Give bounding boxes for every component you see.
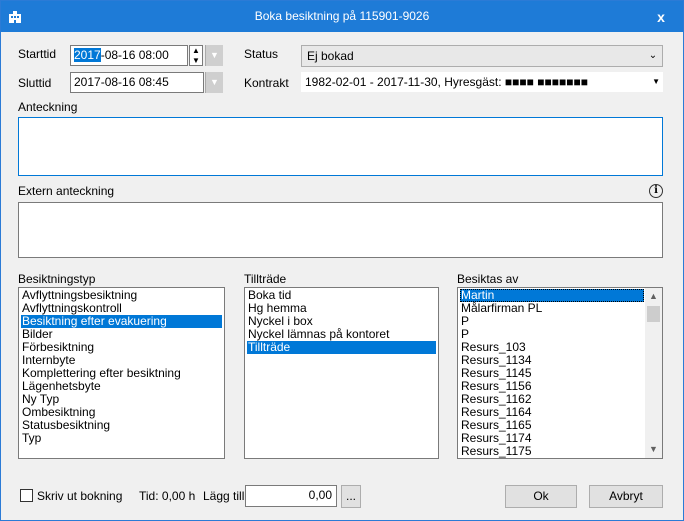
scrollbar-thumb[interactable] xyxy=(647,306,660,322)
inspector-list[interactable]: Martin Målarfirman PL P P Resurs_103 Res… xyxy=(457,287,663,459)
note-textarea[interactable] xyxy=(18,117,663,176)
list-item[interactable]: Resurs_1165 xyxy=(460,419,644,432)
start-time-selected-text: 2017 xyxy=(74,48,101,62)
time-text: Tid: 0,00 h xyxy=(139,489,196,503)
access-label: Tillträde xyxy=(244,272,287,286)
start-time-text: -08-16 08:00 xyxy=(100,48,169,62)
list-item[interactable]: Resurs_1175 xyxy=(460,445,644,458)
list-item[interactable]: Ombesiktning xyxy=(21,406,222,419)
list-item[interactable]: Resurs_1164 xyxy=(460,406,644,419)
chevron-down-icon: ⌄ xyxy=(648,50,658,61)
list-item[interactable]: Avflyttningskontroll xyxy=(21,302,222,315)
list-item-selected[interactable]: Tillträde xyxy=(247,341,436,354)
list-item[interactable]: Förbesiktning xyxy=(21,341,222,354)
spin-up-icon[interactable]: ▲ xyxy=(190,46,202,55)
list-item-selected[interactable]: Besiktning efter evakuering xyxy=(21,315,222,328)
add-time-input[interactable]: 0,00 xyxy=(245,485,337,507)
inspector-scrollbar[interactable]: ▲ ▼ xyxy=(645,288,662,458)
inspection-type-list[interactable]: Avflyttningsbesiktning Avflyttningskontr… xyxy=(18,287,225,459)
info-icon[interactable]: i xyxy=(649,184,663,198)
end-time-dropdown-button[interactable]: ▼ xyxy=(205,72,223,93)
list-item[interactable]: Nyckel i box xyxy=(247,315,436,328)
list-item[interactable]: Internbyte xyxy=(21,354,222,367)
start-time-dropdown-button[interactable]: ▼ xyxy=(205,45,223,66)
status-label: Status xyxy=(244,47,279,61)
ok-button[interactable]: Ok xyxy=(505,485,577,508)
list-item[interactable]: P xyxy=(460,315,644,328)
list-item[interactable]: Typ xyxy=(21,432,222,445)
scroll-up-icon[interactable]: ▲ xyxy=(645,288,662,305)
list-item[interactable]: P xyxy=(460,328,644,341)
start-time-input[interactable]: 2017-08-16 08:00 xyxy=(70,45,188,66)
start-time-label: Starttid xyxy=(18,47,57,61)
list-item[interactable]: Boka tid xyxy=(247,289,436,302)
close-button[interactable]: x xyxy=(639,1,683,32)
title-bar[interactable]: Boka besiktning på 115901-9026 x xyxy=(1,1,683,32)
list-item[interactable]: Statusbesiktning xyxy=(21,419,222,432)
list-item[interactable]: Lägenhetsbyte xyxy=(21,380,222,393)
external-note-textarea[interactable] xyxy=(18,202,663,258)
list-item[interactable]: Bilder xyxy=(21,328,222,341)
list-item[interactable]: Målarfirman PL xyxy=(460,302,644,315)
list-item[interactable]: Resurs_103 xyxy=(460,341,644,354)
note-label: Anteckning xyxy=(18,100,78,114)
print-booking-label: Skriv ut bokning xyxy=(37,489,123,503)
status-select[interactable]: Ej bokad ⌄ xyxy=(301,45,663,67)
list-item-selected[interactable]: Martin xyxy=(460,289,644,302)
inspector-label: Besiktas av xyxy=(457,272,519,286)
end-time-input[interactable]: 2017-08-16 08:45 xyxy=(70,72,204,93)
list-item[interactable]: Resurs_1156 xyxy=(460,380,644,393)
window-title: Boka besiktning på 115901-9026 xyxy=(254,9,430,23)
access-list[interactable]: Boka tid Hg hemma Nyckel i box Nyckel lä… xyxy=(244,287,439,459)
list-item[interactable]: Resurs_1145 xyxy=(460,367,644,380)
cancel-button[interactable]: Avbryt xyxy=(589,485,663,508)
inspection-type-label: Besiktningstyp xyxy=(18,272,96,286)
contract-value: 1982-02-01 - 2017-11-30, Hyresgäst: ■■■■… xyxy=(305,75,588,89)
end-time-label: Sluttid xyxy=(18,76,52,90)
list-item[interactable]: Avflyttningsbesiktning xyxy=(21,289,222,302)
dialog-window: Boka besiktning på 115901-9026 x Startti… xyxy=(0,0,684,521)
add-time-label: Lägg till: xyxy=(203,489,248,503)
start-time-spinner[interactable]: ▲ ▼ xyxy=(189,45,203,66)
contract-select[interactable]: 1982-02-01 - 2017-11-30, Hyresgäst: ■■■■… xyxy=(301,72,663,92)
list-item[interactable]: Resurs_1162 xyxy=(460,393,644,406)
spin-down-icon[interactable]: ▼ xyxy=(190,56,202,65)
list-item[interactable]: Ny Typ xyxy=(21,393,222,406)
list-item[interactable]: Resurs_1174 xyxy=(460,432,644,445)
list-item[interactable]: Resurs_1134 xyxy=(460,354,644,367)
scroll-down-icon[interactable]: ▼ xyxy=(645,441,662,458)
status-value: Ej bokad xyxy=(307,49,354,63)
dropdown-arrow-icon: ▼ xyxy=(652,77,660,86)
ellipsis-button[interactable]: ... xyxy=(341,485,361,508)
external-note-label: Extern anteckning xyxy=(18,184,115,198)
print-booking-checkbox[interactable] xyxy=(20,489,33,502)
list-item[interactable]: Komplettering efter besiktning xyxy=(21,367,222,380)
contract-label: Kontrakt xyxy=(244,76,289,90)
list-item[interactable]: Hg hemma xyxy=(247,302,436,315)
list-item[interactable]: Nyckel lämnas på kontoret xyxy=(247,328,436,341)
